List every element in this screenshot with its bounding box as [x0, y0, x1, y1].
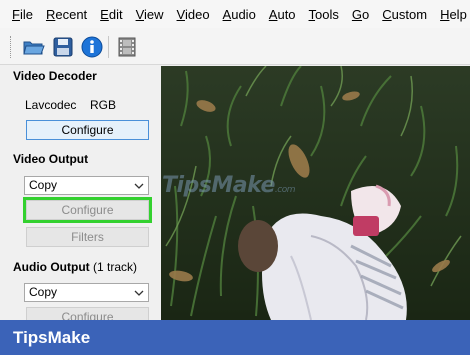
menu-edit-label: dit — [108, 6, 123, 22]
menu-video-label: ideo — [184, 6, 210, 22]
menu-file-accelerator: F — [12, 6, 20, 22]
menu-custom-accelerator: C — [382, 6, 392, 22]
menu-recent-accelerator: R — [45, 6, 56, 22]
audio-output-title: Audio Output (1 track) — [13, 260, 137, 274]
video-output-configure-button[interactable]: Configure — [26, 200, 149, 220]
menu-view-label: iew — [144, 6, 164, 22]
video-output-title: Video Output — [13, 152, 89, 166]
toolbar — [0, 28, 470, 65]
menu-audio-accelerator: A — [222, 6, 232, 22]
menu-custom-label: ustom — [391, 6, 428, 22]
toolbar-separator — [108, 36, 109, 58]
open-folder-icon[interactable] — [22, 35, 46, 59]
menu-file[interactable]: File — [12, 7, 33, 22]
chevron-down-icon — [134, 183, 144, 189]
menu-file-label: ile — [19, 6, 33, 22]
settings-panel: Video Decoder Lavcodec RGB Configure Vid… — [0, 66, 160, 327]
decoder-name: Lavcodec — [25, 98, 77, 112]
menu-go-label: o — [362, 6, 370, 22]
menu-custom[interactable]: Custom — [382, 7, 427, 22]
menu-video[interactable]: Video — [177, 7, 210, 22]
menu-edit-accelerator: E — [100, 6, 109, 22]
menu-video-accelerator: V — [176, 6, 185, 22]
decoder-color-space: RGB — [90, 98, 117, 112]
audio-output-title-text: Audio Output — [13, 260, 90, 274]
menu-tools-label: ools — [315, 6, 339, 22]
toolbar-grip — [10, 36, 12, 58]
menu-tools[interactable]: Tools — [309, 7, 339, 22]
menu-go-accelerator: G — [351, 6, 363, 22]
menu-audio-label: udio — [231, 6, 256, 22]
menu-recent-label: ecent — [55, 6, 88, 22]
menu-go[interactable]: Go — [352, 7, 369, 22]
brand-bar: TipsMake — [0, 320, 470, 355]
watermark-suffix: .com — [274, 185, 296, 195]
menu-auto[interactable]: Auto — [269, 7, 296, 22]
menu-view-accelerator: V — [135, 6, 145, 22]
video-decoder-configure-button[interactable]: Configure — [26, 120, 149, 140]
menu-help-label: elp — [449, 6, 467, 22]
video-filters-button[interactable]: Filters — [26, 227, 149, 247]
brand-logo-text: TipsMake — [13, 328, 91, 347]
watermark-text: TipsMake — [162, 173, 275, 198]
video-output-select[interactable]: Copy — [24, 176, 149, 195]
menu-edit[interactable]: Edit — [100, 7, 122, 22]
info-icon[interactable] — [80, 35, 104, 59]
audio-output-select[interactable]: Copy — [24, 283, 149, 302]
menu-bar: File Recent Edit View Video Audio Auto Tools Go C… — [0, 0, 470, 28]
menu-auto-label: uto — [277, 6, 296, 22]
video-output-selected: Copy — [29, 178, 58, 192]
audio-output-selected: Copy — [29, 285, 58, 299]
menu-help[interactable]: Help — [440, 7, 467, 22]
menu-recent[interactable]: Recent — [46, 7, 87, 22]
video-decoder-title: Video Decoder — [13, 69, 97, 83]
save-disk-icon[interactable] — [51, 35, 75, 59]
audio-track-info: (1 track) — [92, 260, 137, 274]
menu-view[interactable]: View — [136, 7, 164, 22]
app-window: File Recent Edit View Video Audio Auto Tools Go C… — [0, 0, 470, 355]
watermark: TipsMake.com — [162, 173, 296, 198]
film-strip-icon[interactable] — [115, 35, 139, 59]
chevron-down-icon — [134, 290, 144, 296]
menu-audio[interactable]: Audio — [223, 7, 256, 22]
